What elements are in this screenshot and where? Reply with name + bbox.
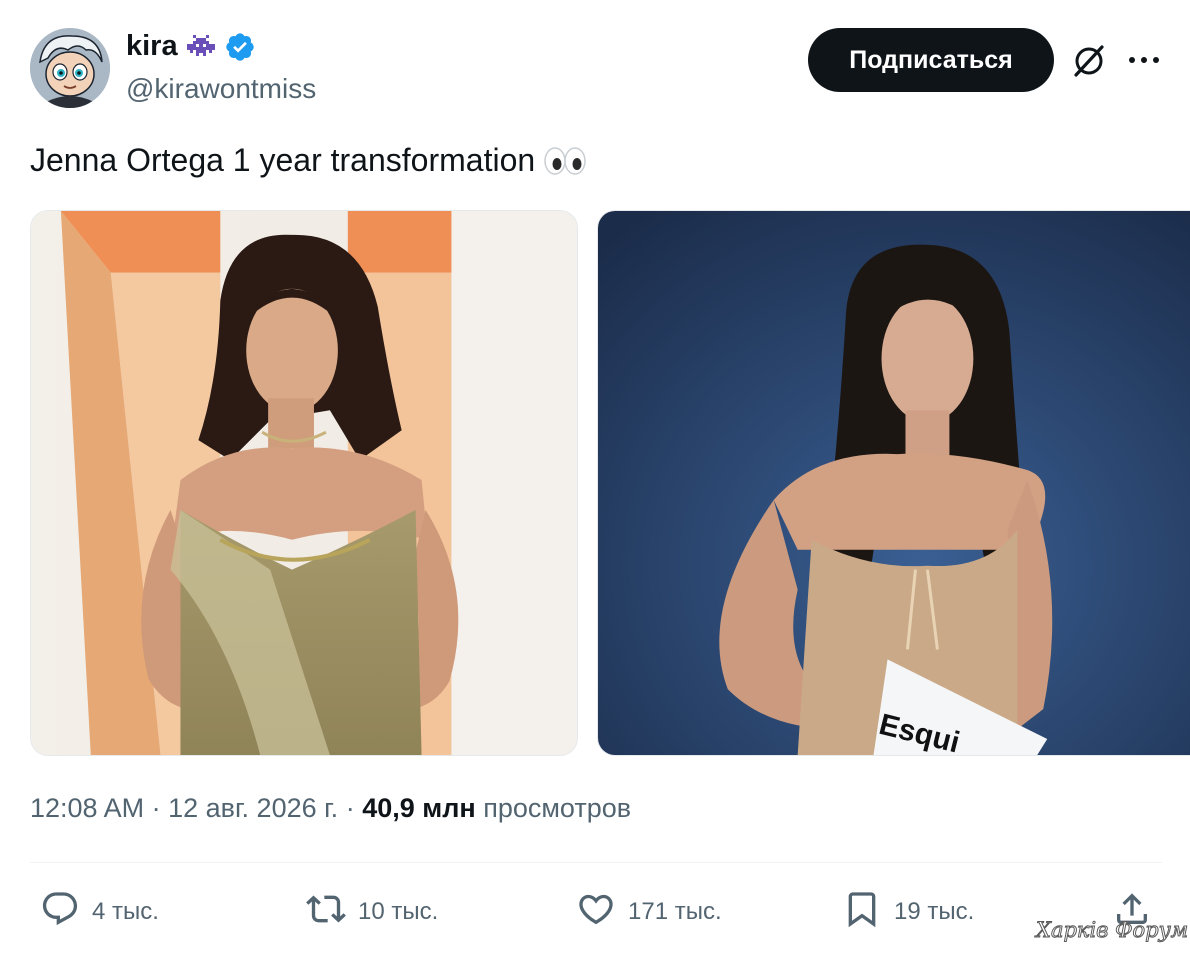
bookmark-button[interactable]: 19 тыс. — [842, 890, 974, 934]
bookmark-count: 19 тыс. — [894, 898, 975, 925]
author-handle[interactable]: @kirawontmiss — [126, 73, 316, 105]
grok-icon[interactable] — [1070, 42, 1108, 80]
tweet-meta: 12:08 AM · 12 авг. 2026 г. · 40,9 млн пр… — [30, 793, 631, 824]
tweet-card: kira @kirawontmiss Подписаться Jenna Ort… — [0, 0, 1190, 958]
verified-badge-icon[interactable] — [224, 31, 256, 63]
tweet-time[interactable]: 12:08 AM — [30, 793, 144, 823]
reply-button[interactable]: 4 тыс. — [40, 890, 159, 934]
bookmark-icon — [842, 889, 882, 936]
meta-separator: · — [151, 793, 161, 823]
views-count: 40,9 млн — [362, 793, 476, 823]
avatar[interactable] — [30, 28, 110, 108]
eyes-icon — [543, 145, 587, 177]
retweet-button[interactable]: 10 тыс. — [306, 890, 438, 934]
reply-count: 4 тыс. — [92, 898, 159, 925]
views-label: просмотров — [483, 793, 632, 823]
tweet-date[interactable]: 12 авг. 2026 г. — [168, 793, 338, 823]
like-count: 171 тыс. — [628, 898, 722, 925]
retweet-icon — [306, 889, 346, 936]
retweet-count: 10 тыс. — [358, 898, 439, 925]
tweet-text-row: Jenna Ortega 1 year transformation — [30, 142, 587, 179]
watermark: Харків Форум — [1035, 918, 1189, 943]
heart-icon — [576, 889, 616, 936]
author-name-row[interactable]: kira — [126, 30, 256, 63]
like-button[interactable]: 171 тыс. — [576, 890, 722, 934]
tweet-photo-left[interactable] — [30, 210, 578, 756]
reply-icon — [40, 889, 80, 936]
meta-separator: · — [345, 793, 355, 823]
tweet-text: Jenna Ortega 1 year transformation — [30, 142, 536, 178]
follow-button[interactable]: Подписаться — [808, 28, 1054, 92]
alien-monster-icon — [186, 32, 216, 62]
more-options-icon[interactable] — [1124, 48, 1164, 72]
author-name[interactable]: kira — [126, 30, 178, 63]
tweet-photo-right[interactable]: Esqui — [597, 210, 1190, 756]
divider — [30, 862, 1162, 863]
